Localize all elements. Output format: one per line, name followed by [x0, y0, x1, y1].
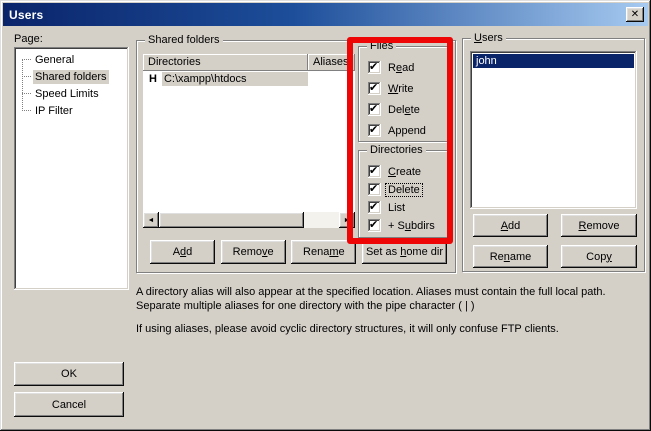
- tree-branch-icon: [22, 76, 31, 77]
- window-title: Users: [9, 8, 43, 22]
- page-label: Page:: [14, 33, 43, 45]
- page-tree: General Shared folders Speed Limits IP F…: [14, 47, 129, 290]
- add-directory-button[interactable]: Add: [150, 240, 215, 264]
- checkbox-icon: ✔: [368, 124, 381, 137]
- add-user-button[interactable]: Add: [473, 214, 548, 237]
- help-text-cyclic: If using aliases, please avoid cyclic di…: [136, 322, 648, 336]
- shared-folders-group-label: Shared folders: [145, 34, 223, 46]
- checkbox-dirs-create[interactable]: ✔ Create: [368, 165, 449, 178]
- list-body: H C:\xampp\htdocs: [143, 71, 355, 212]
- users-list[interactable]: john: [470, 51, 637, 209]
- ok-button[interactable]: OK: [14, 362, 124, 386]
- checkbox-icon: ✔: [368, 183, 381, 196]
- files-group-label: Files: [367, 40, 396, 52]
- remove-user-button[interactable]: Remove: [561, 214, 637, 237]
- scroll-right-button[interactable]: ►: [339, 212, 355, 228]
- home-flag: H: [149, 73, 157, 85]
- checkbox-files-write[interactable]: ✔ Write: [368, 82, 449, 95]
- checkbox-icon: ✔: [368, 82, 381, 95]
- tree-branch-icon: [22, 59, 31, 60]
- user-row-john[interactable]: john: [473, 54, 634, 68]
- column-header-directories[interactable]: Directories: [143, 54, 308, 71]
- tree-item-shared-folders[interactable]: Shared folders: [14, 68, 129, 85]
- checkbox-files-read[interactable]: ✔ Read: [368, 61, 449, 74]
- scroll-left-icon: ◄: [148, 217, 155, 224]
- list-header: Directories Aliases: [143, 54, 355, 71]
- help-text: A directory alias will also appear at th…: [136, 285, 648, 336]
- cancel-button[interactable]: Cancel: [14, 392, 124, 417]
- directories-list: Directories Aliases H C:\xampp\htdocs ◄ …: [143, 54, 355, 228]
- tree-item-ip-filter[interactable]: IP Filter: [14, 102, 129, 119]
- rename-user-button[interactable]: Rename: [473, 245, 548, 268]
- shared-folder-buttons: Add Remove Rename Set as home dir: [150, 240, 447, 264]
- scrollbar-thumb[interactable]: [159, 212, 304, 228]
- scroll-left-button[interactable]: ◄: [143, 212, 159, 228]
- tree-branch-icon: [22, 93, 31, 94]
- set-as-home-dir-button[interactable]: Set as home dir: [362, 240, 447, 264]
- close-icon: ✕: [631, 9, 639, 20]
- users-dialog: Users ✕ Page: General Shared folders Spe…: [0, 0, 651, 431]
- column-header-aliases[interactable]: Aliases: [308, 54, 355, 71]
- checkbox-files-delete[interactable]: ✔ Delete: [368, 103, 449, 116]
- checkbox-icon: ✔: [368, 165, 381, 178]
- help-text-aliases: A directory alias will also appear at th…: [136, 285, 648, 313]
- tree-item-speed-limits[interactable]: Speed Limits: [14, 85, 129, 102]
- copy-user-button[interactable]: Copy: [561, 245, 637, 268]
- directories-permissions-group: Directories ✔ Create ✔ Delete ✔ List ✔ +…: [358, 150, 450, 238]
- users-group-label: Users: [471, 32, 506, 44]
- tree-branch-icon: [22, 110, 31, 111]
- checkbox-dirs-list[interactable]: ✔ List: [368, 201, 449, 214]
- horizontal-scrollbar[interactable]: ◄ ►: [143, 212, 355, 228]
- checkbox-dirs-delete[interactable]: ✔ Delete: [368, 183, 449, 196]
- checkbox-icon: ✔: [368, 103, 381, 116]
- rename-directory-button[interactable]: Rename: [291, 240, 356, 264]
- scrollbar-track[interactable]: [304, 212, 339, 228]
- checkbox-icon: ✔: [368, 219, 381, 232]
- scroll-right-icon: ►: [344, 217, 351, 224]
- checkbox-icon: ✔: [368, 61, 381, 74]
- tree-item-general[interactable]: General: [14, 51, 129, 68]
- title-bar[interactable]: Users ✕: [3, 3, 648, 26]
- directories-group-label: Directories: [367, 144, 426, 156]
- close-button[interactable]: ✕: [626, 7, 644, 22]
- directory-row[interactable]: H C:\xampp\htdocs: [143, 71, 355, 86]
- directory-path: C:\xampp\htdocs: [162, 72, 308, 86]
- checkbox-dirs-subdirs[interactable]: ✔ + Subdirs: [368, 219, 449, 232]
- remove-directory-button[interactable]: Remove: [221, 240, 286, 264]
- files-permissions-group: Files ✔ Read ✔ Write ✔ Delete ✔ Append: [358, 46, 450, 142]
- checkbox-icon: ✔: [368, 201, 381, 214]
- checkbox-files-append[interactable]: ✔ Append: [368, 124, 449, 137]
